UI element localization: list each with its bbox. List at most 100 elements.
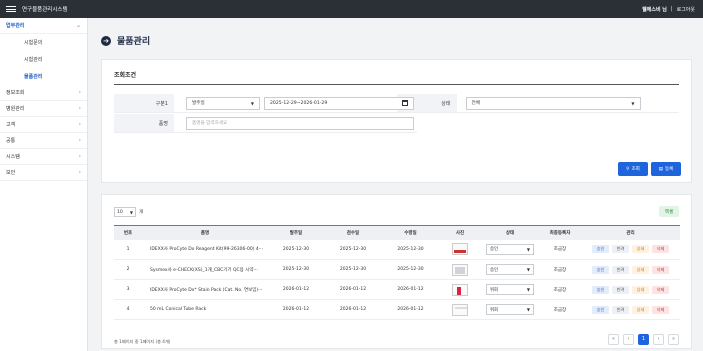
detail-button[interactable]: 상세 [632, 245, 649, 254]
goods-table: 번호 품명 발주일 검수일 수령일 사진 상태 최종등록자 관리 1 IDEXX… [114, 225, 680, 320]
sidebar-item-label: 시스템 [6, 154, 20, 160]
row-name[interactable]: Sysmex사 e-CHECK(XS)_1개_CBC기기 QC용 시약··· [142, 259, 268, 280]
page-size-select[interactable]: 10 ▼ [114, 207, 136, 217]
next-page-button[interactable]: › [653, 334, 664, 345]
product-photo-thumbnail[interactable] [452, 243, 468, 256]
product-photo-thumbnail[interactable] [452, 283, 468, 296]
search-button-label: 조회 [631, 167, 640, 172]
row-registrant: 조금장 [539, 299, 581, 320]
gubun-select[interactable]: 발주일 ▼ [186, 96, 260, 110]
detail-button[interactable]: 상세 [632, 265, 649, 274]
row-registrant: 조금장 [539, 279, 581, 300]
calendar-icon[interactable] [402, 100, 408, 106]
status-select[interactable]: 승인 ▼ [486, 264, 534, 275]
sidebar-item-system[interactable]: 시스템 › [0, 149, 87, 165]
row-inspect-date: 2026-01-12 [324, 299, 382, 320]
sidebar-item-label: 공통 [6, 138, 16, 144]
table-row[interactable]: 4 50 mL Conical Tube Rack 2026-01-12 202… [114, 299, 680, 320]
page-button[interactable]: 1 [638, 334, 649, 345]
chevron-right-icon: › [78, 169, 81, 176]
sidebar-item-security[interactable]: 보안 › [0, 165, 87, 181]
row-number: 1 [114, 239, 142, 260]
logout-link[interactable]: 로그아웃 [677, 6, 695, 13]
chevron-right-icon: › [78, 89, 81, 96]
caret-down-icon: ▼ [526, 287, 530, 292]
list-panel: 10 ▼ 개 엑셀 번호 품명 발주일 검수일 수령일 사진 상태 최종등록자 … [101, 194, 692, 349]
column-header: 발주일 [268, 225, 324, 240]
product-photo-thumbnail[interactable] [452, 263, 468, 276]
approve-button[interactable]: 승인 [592, 305, 609, 314]
divider [114, 84, 679, 85]
table-row[interactable]: 1 IDEXX사 ProCyte Dx Reagent Kit(99-26306… [114, 239, 680, 260]
row-number: 3 [114, 279, 142, 300]
date-range-input[interactable]: 2025-12-29~2026-01-29 [264, 96, 414, 110]
sidebar: 업무관리 ⌄ 시험문의 시험관리 물품관리 정보조회 › 병원관리 › 고객 ›… [0, 18, 88, 351]
sidebar-subitem-goods-management[interactable]: 물품관리 [0, 68, 87, 85]
sidebar-item-common[interactable]: 공통 › [0, 133, 87, 149]
reject-button[interactable]: 반려 [612, 245, 629, 254]
reject-button[interactable]: 반려 [612, 285, 629, 294]
last-page-button[interactable]: » [668, 334, 679, 345]
sidebar-subitem-test-management[interactable]: 시험관리 [0, 51, 87, 68]
status-select[interactable]: 전체 ▼ [465, 96, 641, 110]
column-header: 사진 [439, 225, 481, 240]
page-title: 물품관리 [117, 37, 151, 47]
detail-button[interactable]: 상세 [632, 305, 649, 314]
name-input[interactable]: 품명을 입력하세요 [186, 116, 414, 130]
row-number: 2 [114, 259, 142, 280]
row-order-date: 2026-01-12 [268, 299, 324, 320]
approve-button[interactable]: 승인 [592, 245, 609, 254]
product-photo-thumbnail[interactable] [452, 303, 468, 316]
caret-down-icon: ▼ [526, 267, 530, 272]
detail-button[interactable]: 상세 [632, 285, 649, 294]
delete-button[interactable]: 삭제 [652, 305, 669, 314]
approve-button[interactable]: 승인 [592, 285, 609, 294]
status-select[interactable]: 위회 ▼ [486, 304, 534, 315]
register-button[interactable]: ▤ 등록 [651, 162, 681, 176]
delete-button[interactable]: 삭제 [652, 265, 669, 274]
sidebar-subitem-test-inquiry[interactable]: 시험문의 [0, 34, 87, 51]
first-page-button[interactable]: « [608, 334, 619, 345]
row-receive-date: 2026-01-12 [382, 299, 439, 320]
status-select[interactable]: 승인 ▼ [486, 243, 534, 255]
delete-button[interactable]: 삭제 [652, 245, 669, 254]
page-size-value: 10 [117, 209, 123, 215]
reject-button[interactable]: 반려 [612, 265, 629, 274]
approve-button[interactable]: 승인 [592, 265, 609, 274]
row-name[interactable]: IDEXX사 ProCyte Dx* Stain Pack (Cat. No. … [142, 279, 268, 300]
reject-button[interactable]: 반려 [612, 305, 629, 314]
row-name[interactable]: IDEXX사 ProCyte Dx Reagent Kit(99-26306-0… [142, 239, 268, 260]
gubun-select-value: 발주일 [192, 101, 205, 106]
sidebar-item-work[interactable]: 업무관리 ⌄ [0, 18, 87, 34]
sidebar-item-customer[interactable]: 고객 › [0, 117, 87, 133]
document-icon: ▤ [658, 166, 663, 172]
status-select[interactable]: 위회 ▼ [486, 284, 534, 295]
divider: | [670, 5, 673, 12]
table-row[interactable]: 2 Sysmex사 e-CHECK(XS)_1개_CBC기기 QC용 시약···… [114, 259, 680, 280]
column-header: 관리 [581, 225, 680, 240]
chevron-right-icon: › [78, 153, 81, 160]
delete-button[interactable]: 삭제 [652, 285, 669, 294]
status-select-value: 위회 [490, 287, 499, 293]
table-row[interactable]: 3 IDEXX사 ProCyte Dx* Stain Pack (Cat. No… [114, 279, 680, 300]
sidebar-item-label: 정보조회 [6, 90, 25, 96]
date-range-value: 2025-12-29~2026-01-29 [270, 100, 328, 106]
hamburger-menu-icon[interactable] [6, 6, 16, 12]
row-name[interactable]: 50 mL Conical Tube Rack [142, 299, 268, 320]
top-bar: 연구물품관리시스템 웰에스비 님 | 로그아웃 [0, 0, 703, 18]
pagination-summary: 총 1페이지 중 1페이지 (총 4개) [114, 339, 171, 344]
caret-down-icon: ▼ [250, 100, 254, 106]
page-size-control: 10 ▼ 개 [114, 207, 143, 217]
table-header-row: 번호 품명 발주일 검수일 수령일 사진 상태 최종등록자 관리 [114, 225, 680, 240]
app-title: 연구물품관리시스템 [22, 7, 68, 13]
sidebar-item-hospital[interactable]: 병원관리 › [0, 101, 87, 117]
sidebar-item-info[interactable]: 정보조회 › [0, 85, 87, 101]
row-receive-date: 2026-01-12 [382, 279, 439, 300]
search-panel-title: 조회조건 [114, 72, 137, 79]
prev-page-button[interactable]: ‹ [623, 334, 634, 345]
chevron-down-icon: ⌄ [75, 22, 81, 29]
sidebar-item-label: 고객 [6, 122, 16, 128]
search-button[interactable]: ⚲ 조회 [618, 162, 648, 176]
column-header: 최종등록자 [539, 225, 581, 240]
excel-button[interactable]: 엑셀 [659, 206, 679, 217]
